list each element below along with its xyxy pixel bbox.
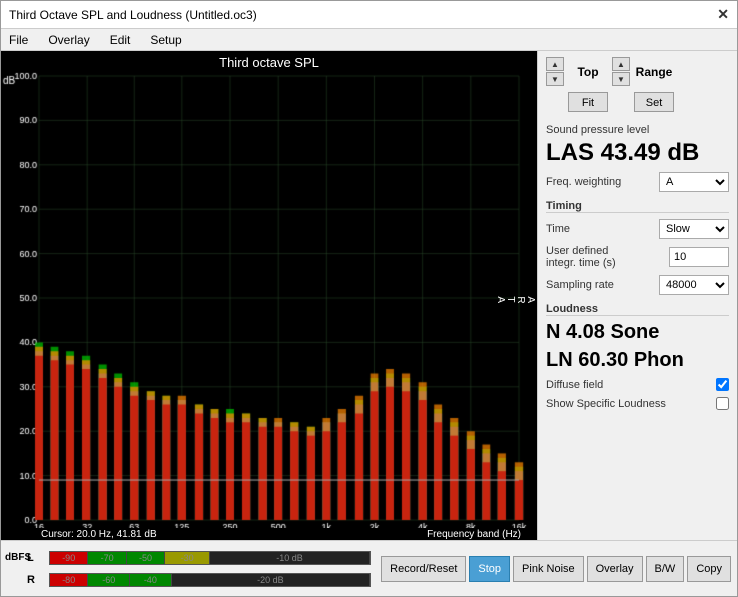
- fit-btn[interactable]: Fit: [568, 92, 608, 112]
- range-down-btn[interactable]: ▼: [612, 72, 630, 86]
- close-button[interactable]: ✕: [717, 6, 729, 23]
- top-up-btn[interactable]: ▲: [546, 57, 564, 71]
- range-label: Range: [634, 65, 674, 79]
- R-slider: -80 -60 -40 -20 dB: [49, 573, 371, 587]
- copy-btn[interactable]: Copy: [687, 556, 731, 582]
- L-segment-1: -90: [50, 552, 88, 564]
- L-slider: -90 -70 -50 -30 -10 dB: [49, 551, 371, 565]
- side-panel: ▲ ▼ Top ▲ ▼ Range Fit Set Sound pressure…: [537, 51, 737, 540]
- freq-weighting-row: Freq. weighting ABCZ: [546, 172, 729, 192]
- main-window: Third Octave SPL and Loudness (Untitled.…: [0, 0, 738, 597]
- chart-canvas-wrap: ARTA: [1, 72, 537, 528]
- R-segment-1: -80: [50, 574, 88, 586]
- menu-bar: File Overlay Edit Setup: [1, 29, 737, 51]
- sampling-rate-row: Sampling rate 480004410096000: [546, 275, 729, 295]
- menu-overlay[interactable]: Overlay: [44, 32, 93, 48]
- L-label: L: [27, 552, 47, 564]
- timing-section-title: Timing: [546, 200, 729, 213]
- user-defined-row: User definedintegr. time (s): [546, 245, 729, 269]
- freq-weighting-label: Freq. weighting: [546, 176, 621, 188]
- dbfs-label: dBFS: [5, 552, 25, 563]
- spl-value: LAS 43.49 dB: [546, 140, 729, 166]
- show-specific-label: Show Specific Loudness: [546, 398, 666, 410]
- db-L-row: dBFS L -90 -70 -50 -30 -10 dB: [5, 547, 371, 569]
- time-row: Time SlowFastImpulse: [546, 219, 729, 239]
- loudness-section-title: Loudness: [546, 303, 729, 316]
- chart-area: Third octave SPL ARTA Cursor: 20.0 Hz, 4…: [1, 51, 537, 540]
- freq-weighting-select[interactable]: ABCZ: [659, 172, 729, 192]
- range-up-btn[interactable]: ▲: [612, 57, 630, 71]
- chart-canvas: [1, 72, 537, 528]
- time-select[interactable]: SlowFastImpulse: [659, 219, 729, 239]
- user-defined-input[interactable]: [669, 247, 729, 267]
- stop-btn[interactable]: Stop: [469, 556, 510, 582]
- bottom-bar: dBFS L -90 -70 -50 -30 -10 dB dBFS R -80…: [1, 540, 737, 596]
- top-btn-group: ▲ ▼: [546, 57, 564, 86]
- menu-setup[interactable]: Setup: [146, 32, 185, 48]
- bw-btn[interactable]: B/W: [646, 556, 685, 582]
- top-label: Top: [568, 65, 608, 79]
- fit-set-controls: Fit Set: [546, 92, 729, 112]
- R-segment-2: -60: [88, 574, 130, 586]
- R-label: R: [27, 574, 47, 586]
- db-section: dBFS L -90 -70 -50 -30 -10 dB dBFS R -80…: [1, 545, 375, 593]
- window-title: Third Octave SPL and Loudness (Untitled.…: [9, 8, 257, 22]
- diffuse-field-checkbox[interactable]: [716, 378, 729, 391]
- set-btn[interactable]: Set: [634, 92, 674, 112]
- top-down-btn[interactable]: ▼: [546, 72, 564, 86]
- pink-noise-btn[interactable]: Pink Noise: [513, 556, 584, 582]
- loudness-value-line2: LN 60.30 Phon: [546, 348, 729, 372]
- diffuse-field-row: Diffuse field: [546, 378, 729, 391]
- R-segment-4: -20 dB: [172, 574, 370, 586]
- show-specific-row: Show Specific Loudness: [546, 397, 729, 410]
- nav-controls: ▲ ▼ Top ▲ ▼ Range: [546, 57, 729, 86]
- loudness-value-line1: N 4.08 Sone: [546, 320, 729, 344]
- time-label: Time: [546, 223, 570, 235]
- main-area: Third octave SPL ARTA Cursor: 20.0 Hz, 4…: [1, 51, 737, 540]
- db-R-row: dBFS R -80 -60 -40 -20 dB: [5, 569, 371, 591]
- L-segment-5: -10 dB: [210, 552, 370, 564]
- menu-file[interactable]: File: [5, 32, 32, 48]
- R-segment-3: -40: [130, 574, 172, 586]
- L-segment-2: -70: [88, 552, 126, 564]
- diffuse-field-label: Diffuse field: [546, 379, 603, 391]
- record-reset-btn[interactable]: Record/Reset: [381, 556, 466, 582]
- spl-section-label: Sound pressure level: [546, 124, 729, 136]
- arta-watermark: ARTA: [495, 296, 535, 303]
- L-segment-3: -50: [127, 552, 165, 564]
- title-bar: Third Octave SPL and Loudness (Untitled.…: [1, 1, 737, 29]
- range-btn-group: ▲ ▼: [612, 57, 630, 86]
- overlay-btn[interactable]: Overlay: [587, 556, 643, 582]
- cursor-info: Cursor: 20.0 Hz, 41.81 dB: [37, 529, 281, 540]
- L-segment-4: -30: [165, 552, 210, 564]
- action-buttons: Record/Reset Stop Pink Noise Overlay B/W…: [375, 552, 737, 586]
- sampling-rate-label: Sampling rate: [546, 279, 614, 291]
- chart-title: Third octave SPL: [1, 51, 537, 72]
- freq-label: Frequency band (Hz): [281, 529, 537, 540]
- show-specific-checkbox[interactable]: [716, 397, 729, 410]
- menu-edit[interactable]: Edit: [106, 32, 135, 48]
- sampling-rate-select[interactable]: 480004410096000: [659, 275, 729, 295]
- user-defined-label: User definedintegr. time (s): [546, 245, 616, 269]
